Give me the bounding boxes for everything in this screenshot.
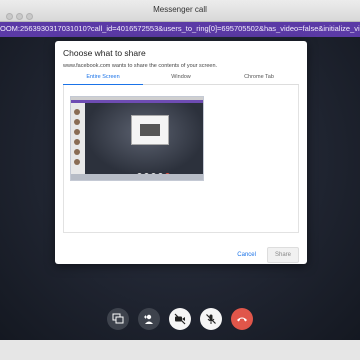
end-call-icon [237, 317, 247, 322]
minimize-window-button[interactable] [16, 13, 23, 20]
video-off-icon [174, 313, 186, 325]
dialog-subtitle: www.facebook.com wants to share the cont… [63, 63, 218, 69]
window-title: Messenger call [153, 5, 207, 14]
share-button[interactable]: Share [266, 247, 299, 263]
preview-area [63, 85, 299, 233]
share-screen-dialog: Choose what to share www.facebook.com wa… [55, 41, 307, 264]
address-bar-url: OOM:2563930317031010?call_id=4016572553&… [0, 24, 360, 33]
tab-chrome-tab[interactable]: Chrome Tab [219, 74, 299, 85]
dialog-title: Choose what to share [63, 48, 146, 58]
cancel-button[interactable]: Cancel [230, 248, 263, 262]
end-call-button[interactable] [231, 308, 253, 330]
add-person-button[interactable] [138, 308, 160, 330]
mic-off-icon [206, 314, 216, 324]
tab-entire-screen[interactable]: Entire Screen [63, 74, 143, 85]
screen-share-button[interactable] [107, 308, 129, 330]
add-person-icon [144, 314, 153, 324]
share-tabs: Entire Screen Window Chrome Tab [63, 72, 299, 85]
bottom-strip [0, 340, 360, 360]
address-bar[interactable]: OOM:2563930317031010?call_id=4016572553&… [0, 22, 360, 37]
tab-window[interactable]: Window [143, 74, 219, 85]
mic-toggle-button[interactable] [200, 308, 222, 330]
dialog-actions: Cancel Share [226, 243, 299, 263]
screen-share-icon [112, 313, 124, 324]
screen-thumbnail[interactable] [70, 96, 204, 181]
close-window-button[interactable] [6, 13, 13, 20]
maximize-window-button[interactable] [26, 13, 33, 20]
window-titlebar: Messenger call [0, 0, 360, 22]
video-toggle-button[interactable] [169, 308, 191, 330]
call-controls [0, 308, 360, 332]
